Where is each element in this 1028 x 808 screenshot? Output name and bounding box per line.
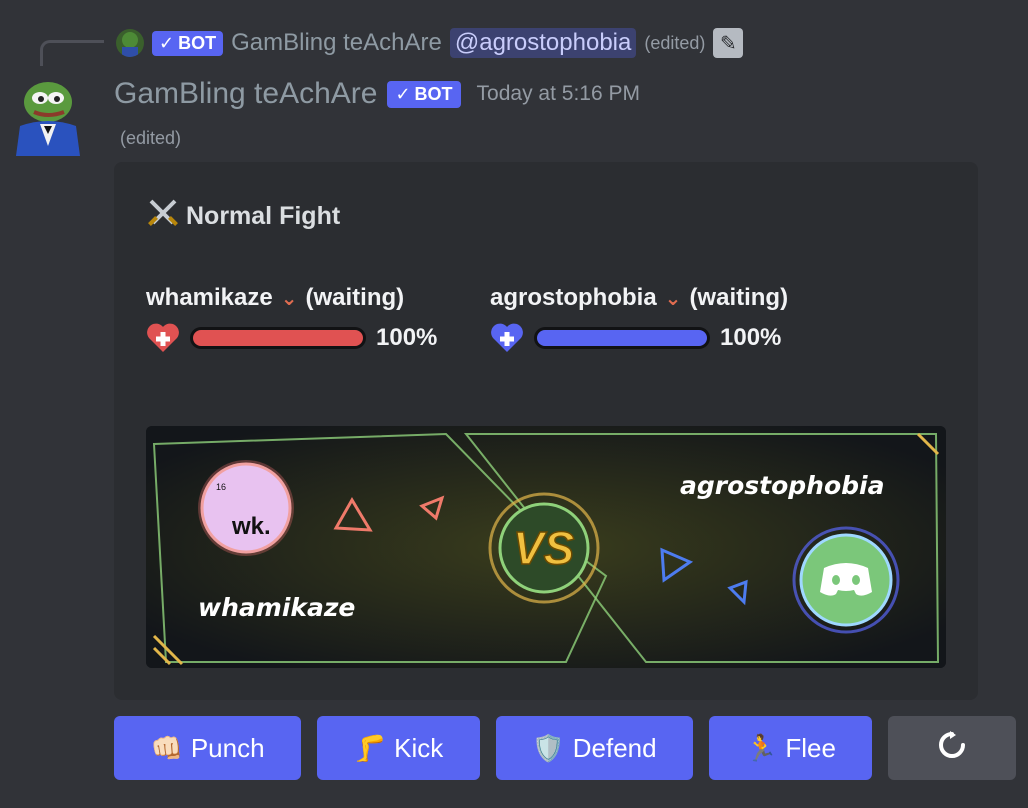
chevron-down-icon: ⌄ [664, 287, 682, 310]
fighter-1: whamikaze ⌄ (waiting) 100% [146, 284, 437, 354]
author-avatar[interactable] [10, 76, 82, 156]
banner-left-name: whamikaze [198, 593, 355, 622]
flee-button-label: Flee [785, 732, 836, 763]
reply-edited-label: (edited) [644, 32, 706, 53]
punch-button-label: Punch [190, 732, 265, 763]
leg-icon: 🦵 [353, 733, 387, 763]
kick-button[interactable]: 🦵 Kick [317, 716, 480, 780]
fighter-2: agrostophobia ⌄ (waiting) 100% [490, 284, 788, 354]
fighter-2-name: agrostophobia [490, 284, 657, 311]
edited-label: (edited) [120, 128, 182, 148]
pencil-icon[interactable]: ✎ [713, 28, 744, 58]
reply-bot-tag: ✓ BOT [152, 30, 224, 56]
vs-text: VS [513, 522, 575, 574]
reply-preview[interactable]: ✓ BOT GamBling teAchAre @agrostophobia (e… [116, 24, 744, 62]
banner-avatar-small-text: 16 [216, 482, 226, 492]
banner-right-name: agrostophobia [680, 471, 884, 500]
defend-button-label: Defend [572, 732, 657, 763]
refresh-button[interactable] [888, 716, 1016, 780]
fighter-1-hp-percent: 100% [376, 324, 438, 351]
reply-avatar[interactable] [116, 29, 144, 57]
shield-icon: 🛡️ [532, 733, 565, 763]
reply-connector [40, 40, 104, 66]
bot-tag: ✓ BOT [387, 80, 461, 108]
punch-button[interactable]: 👊🏻 Punch [114, 716, 301, 780]
message-timestamp: Today at 5:16 PM [476, 82, 640, 105]
fighter-1-name: whamikaze [146, 284, 273, 311]
crossed-swords-icon [146, 196, 180, 237]
fighter-2-hp-percent: 100% [720, 324, 782, 351]
chevron-down-icon: ⌄ [280, 287, 298, 310]
fight-banner-image[interactable]: 16 wk. VS whamikaze agrostophobia [146, 426, 946, 668]
fight-embed: Normal Fight whamikaze ⌄ (waiting) 100% … [114, 162, 978, 700]
blue-heart-plus-icon [490, 322, 524, 354]
reply-author[interactable]: GamBling teAchAre [231, 29, 442, 57]
embed-title: Normal Fight [146, 196, 340, 237]
kick-button-label: Kick [394, 732, 444, 763]
fist-icon: 👊🏻 [150, 733, 183, 763]
fighter-2-hp-bar [534, 327, 710, 349]
refresh-icon [937, 730, 967, 767]
flee-button[interactable]: 🏃 Flee [709, 716, 872, 780]
running-person-icon: 🏃 [745, 733, 778, 763]
reply-mention[interactable]: @agrostophobia [449, 28, 637, 58]
message-header: GamBling teAchAre ✓ BOT Today at 5:16 PM [114, 72, 640, 116]
banner-avatar-text: wk. [231, 513, 271, 540]
red-heart-plus-icon [146, 322, 180, 354]
defend-button[interactable]: 🛡️ Defend [496, 716, 693, 780]
author-name[interactable]: GamBling teAchAre [114, 77, 377, 111]
fighter-2-status: (waiting) [689, 284, 789, 311]
action-buttons: 👊🏻 Punch 🦵 Kick 🛡️ Defend 🏃 Flee [114, 716, 1016, 780]
fighter-1-hp-bar [190, 327, 366, 349]
fighter-1-status: (waiting) [305, 284, 405, 311]
